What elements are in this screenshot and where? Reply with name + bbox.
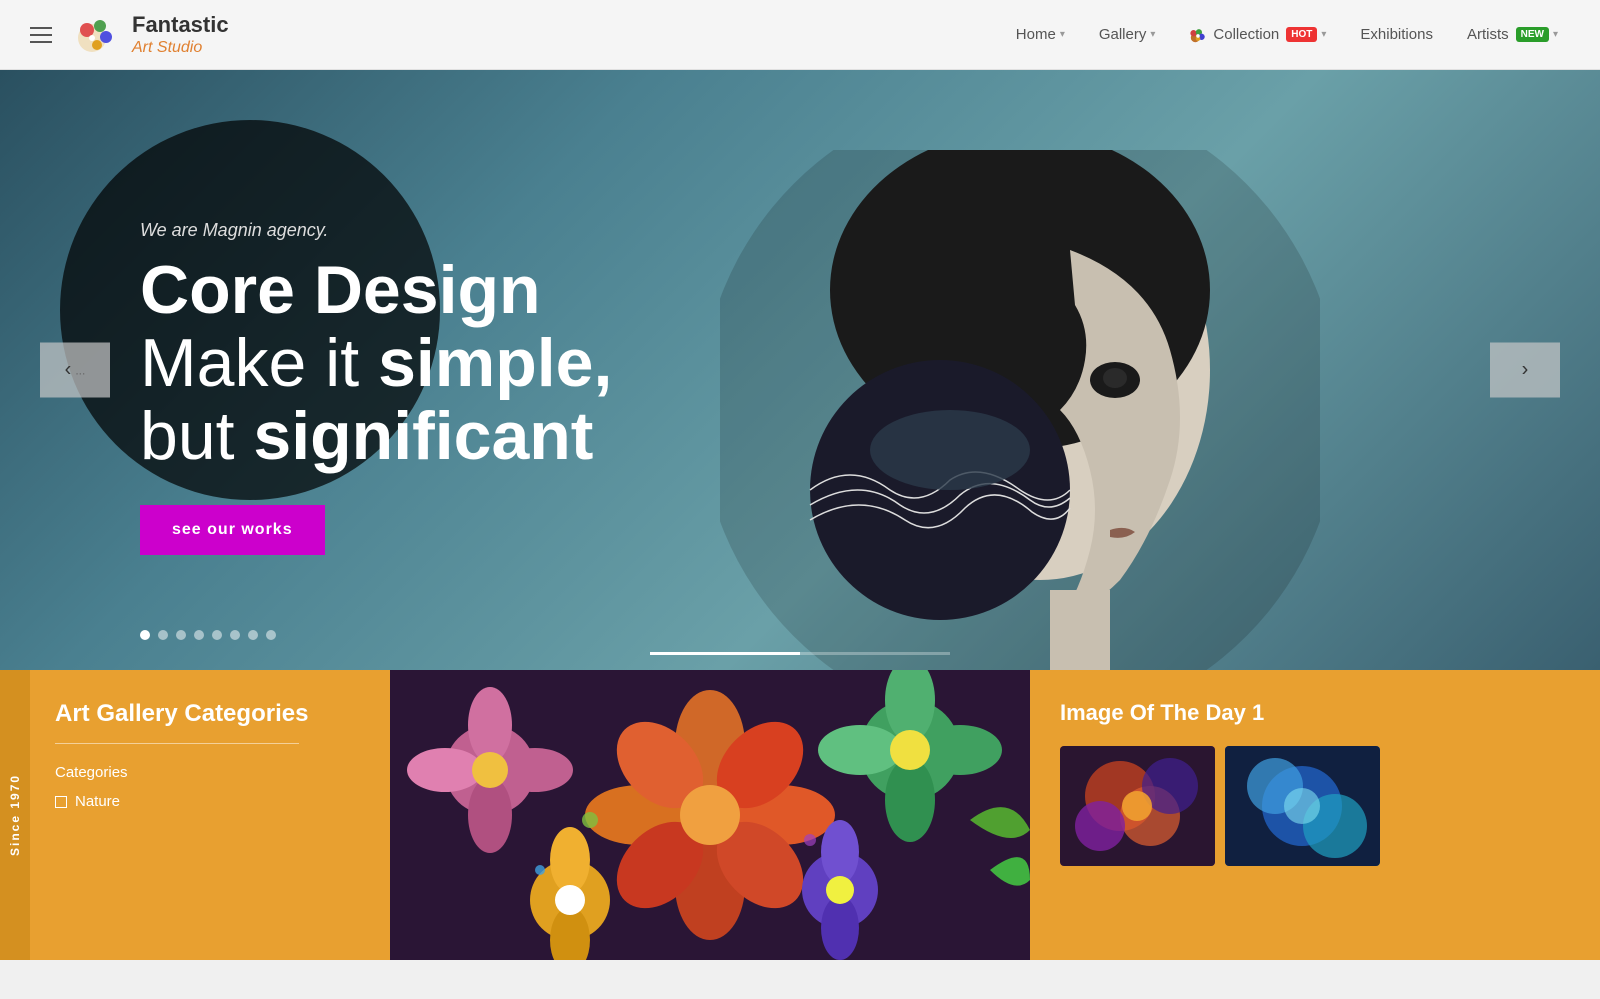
hero-dot-2[interactable]: [158, 630, 168, 640]
right-panel: Image Of The Day 1: [1030, 670, 1590, 960]
hero-dot-5[interactable]: [212, 630, 222, 640]
hero-section: We are Magnin agency. Core Design Make i…: [0, 70, 1600, 670]
hero-dot-7[interactable]: [248, 630, 258, 640]
thumbnail-2-image: [1225, 746, 1380, 866]
logo-icon: [72, 10, 122, 60]
art-gallery-divider: [55, 743, 299, 744]
see-works-button[interactable]: see our works: [140, 505, 325, 555]
logo[interactable]: Fantastic Art Studio: [72, 10, 229, 60]
nav-artists[interactable]: Artists NEW ▾: [1455, 18, 1570, 51]
header: Fantastic Art Studio Home ▾ Gallery ▾ Co…: [0, 0, 1600, 70]
hero-progress-fill: [650, 652, 800, 655]
hero-progress-bar: [650, 652, 950, 655]
hero-dot-4[interactable]: [194, 630, 204, 640]
image-thumbnails: [1060, 746, 1560, 866]
center-image-panel: [390, 670, 1030, 960]
since-label: Since 1970: [0, 670, 30, 960]
hero-title-line2: Make it simple,: [140, 329, 612, 397]
chevron-down-icon: ▾: [1321, 29, 1326, 40]
hero-dot-1[interactable]: [140, 630, 150, 640]
chevron-down-icon: ▾: [1150, 29, 1155, 40]
hero-face-art: [720, 150, 1320, 670]
hero-subtitle: We are Magnin agency.: [140, 220, 612, 241]
nav-home[interactable]: Home ▾: [1004, 18, 1077, 51]
hero-next-button[interactable]: ›: [1490, 343, 1560, 398]
nav-gallery[interactable]: Gallery ▾: [1087, 18, 1168, 51]
nav-exhibitions[interactable]: Exhibitions: [1348, 18, 1445, 51]
categories-label: Categories: [55, 764, 360, 781]
logo-subtitle: Art Studio: [132, 38, 229, 57]
nav-collection[interactable]: Collection HOT ▾: [1177, 18, 1338, 52]
hero-title-line3: but significant: [140, 402, 612, 470]
logo-brand: Fantastic: [132, 12, 229, 38]
hero-dot-6[interactable]: [230, 630, 240, 640]
hero-dot-3[interactable]: [176, 630, 186, 640]
chevron-down-icon: ▾: [1060, 29, 1065, 40]
flower-art-image: [390, 670, 1030, 960]
image-of-day-title: Image Of The Day 1: [1060, 700, 1560, 726]
collection-icon: [1189, 26, 1207, 44]
art-gallery-panel: Art Gallery Categories Categories Nature: [30, 670, 390, 960]
hero-content: We are Magnin agency. Core Design Make i…: [140, 220, 612, 555]
header-left: Fantastic Art Studio: [30, 10, 229, 60]
thumbnail-1-image: [1060, 746, 1215, 866]
main-nav: Home ▾ Gallery ▾ Collection HOT ▾ Exhibi…: [1004, 18, 1570, 52]
hero-pagination-dots: [140, 630, 276, 640]
hero-title-line1: Core Design: [140, 256, 612, 324]
list-item: Nature: [55, 793, 360, 810]
chevron-left-icon: ‹: [65, 359, 72, 382]
hero-dot-8[interactable]: [266, 630, 276, 640]
category-name: Nature: [75, 793, 120, 810]
thumbnail-1[interactable]: [1060, 746, 1215, 866]
hamburger-menu[interactable]: [30, 27, 52, 43]
new-badge: NEW: [1516, 27, 1549, 42]
chevron-right-icon: ›: [1522, 359, 1529, 382]
chevron-down-icon: ▾: [1553, 29, 1558, 40]
hero-prev-button[interactable]: ‹ ...: [40, 343, 110, 398]
flower-svg: [390, 670, 1030, 960]
logo-text: Fantastic Art Studio: [132, 12, 229, 58]
thumbnail-2[interactable]: [1225, 746, 1380, 866]
art-gallery-title: Art Gallery Categories: [55, 700, 360, 728]
bottom-section: Since 1970 Art Gallery Categories Catego…: [0, 670, 1600, 960]
category-checkbox[interactable]: [55, 796, 67, 808]
hot-badge: HOT: [1286, 27, 1317, 42]
